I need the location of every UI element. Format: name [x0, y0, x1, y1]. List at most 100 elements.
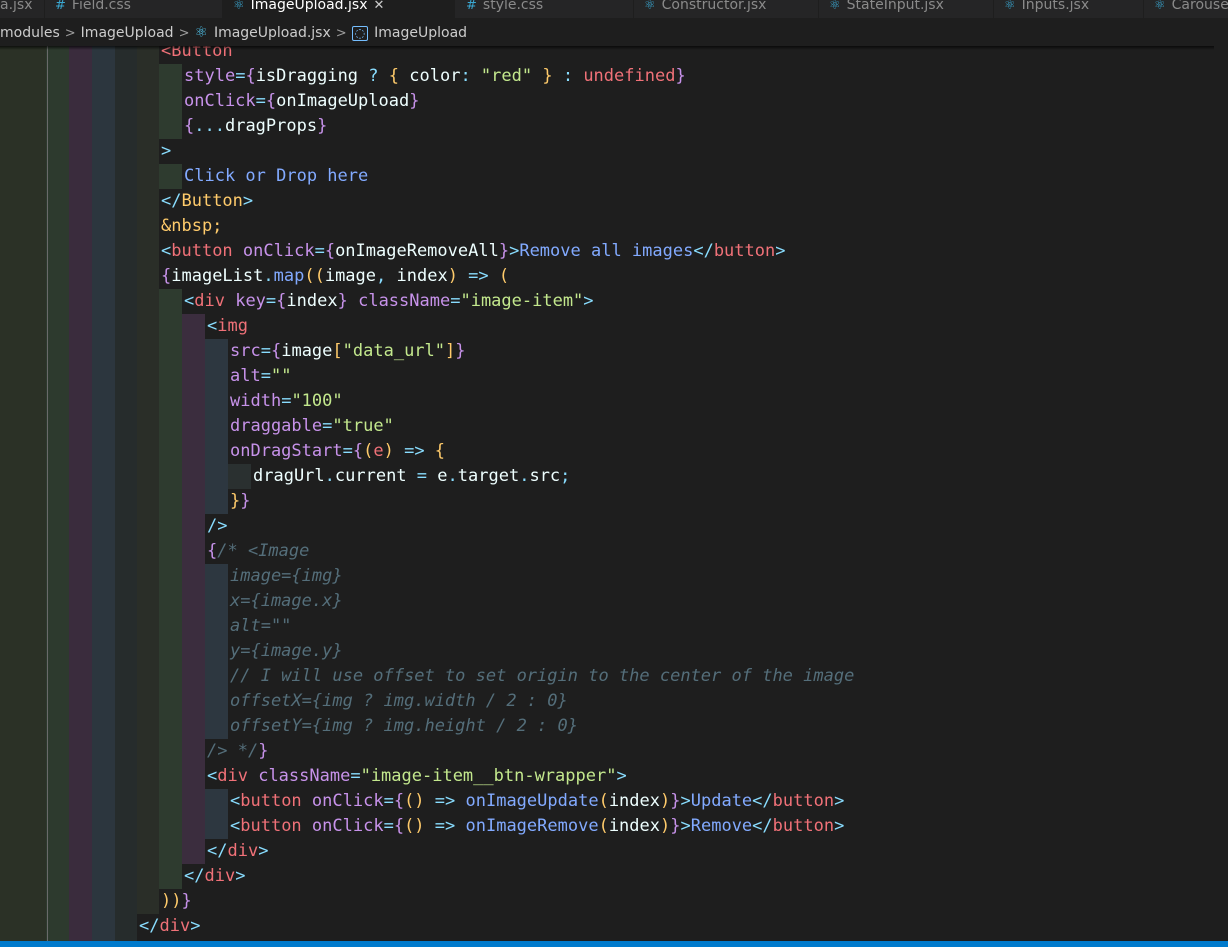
code-text: {/* <Image: [207, 539, 309, 564]
indent-guide: [137, 739, 159, 764]
code-token: }: [317, 116, 328, 136]
indent-guide: [159, 839, 182, 864]
code-line: // I will use offset to set origin to th…: [0, 664, 1214, 689]
tab-field-css[interactable]: # Field.css: [45, 0, 223, 18]
code-token: </: [752, 816, 773, 836]
code-token: ;: [560, 466, 571, 486]
code-token: div: [204, 866, 236, 886]
indent-guide: [205, 439, 228, 464]
code-token: {: [388, 66, 410, 86]
code-line: </div>: [0, 839, 1214, 864]
indent-guide: [182, 489, 205, 514]
indent-guide: [159, 564, 182, 589]
code-token: undefined: [583, 66, 676, 86]
code-token: .: [447, 466, 458, 486]
breadcrumb: modules > ImageUpload > ⚛ ImageUpload.jsx > ◌ Im…: [0, 18, 1228, 46]
code-token: key: [224, 291, 266, 311]
code-line: image={img}: [0, 564, 1214, 589]
code-token: current: [334, 466, 417, 486]
tab-imageupload-jsx[interactable]: ⚛ ImageUpload.jsx ✕: [223, 0, 456, 18]
indent-guide: [182, 739, 205, 764]
code-token: =: [281, 391, 292, 411]
tab-stateinput-jsx[interactable]: ⚛ StateInput.jsx: [819, 0, 994, 18]
indent-guide: [137, 339, 159, 364]
indent-guide: [137, 139, 159, 164]
code-token: <: [207, 316, 218, 336]
code-editor[interactable]: <Button style={isDragging ? { color: "red…: [0, 46, 1228, 941]
code-token: }: [181, 891, 192, 911]
react-icon: ⚛: [1154, 0, 1166, 13]
code-token: =>: [424, 816, 466, 836]
tab-label: Constructor.jsx: [661, 0, 767, 13]
code-token: image: [281, 341, 333, 361]
tab-inputs-jsx[interactable]: ⚛ Inputs.jsx: [994, 0, 1144, 18]
code-token: "red": [480, 66, 533, 86]
indent-guide: [137, 189, 159, 214]
code-token: ,: [376, 266, 397, 286]
indent-guide: [182, 814, 205, 839]
code-token: >: [509, 241, 520, 261]
tab-carousel-jsx[interactable]: ⚛ Carousel.jsx: [1144, 0, 1228, 18]
code-token: >: [242, 191, 254, 211]
code-token: ...: [194, 116, 225, 136]
react-icon: ⚛: [829, 0, 841, 13]
indent-guide: [159, 689, 182, 714]
indent-guide: [159, 639, 182, 664]
code-token: // I will use offset to set origin to th…: [230, 666, 855, 686]
code-line: Click or Drop here: [0, 164, 1214, 189]
breadcrumb-item-symbol[interactable]: ImageUpload: [374, 19, 467, 47]
indent-guide: [159, 339, 182, 364]
indent-guide: [205, 714, 228, 739]
code-text: draggable="true": [230, 414, 394, 439]
close-icon[interactable]: ✕: [373, 0, 384, 13]
scroll-shadow: [0, 46, 1228, 50]
indent-guide: [159, 314, 182, 339]
indent-guide: [205, 464, 228, 489]
react-icon: ⚛: [644, 0, 656, 13]
breadcrumb-item-file[interactable]: ImageUpload.jsx: [214, 19, 331, 47]
code-text: <div key={index} className="image-item">: [184, 289, 594, 314]
code-token: =: [383, 816, 394, 836]
tab-a-jsx[interactable]: a.jsx: [0, 0, 45, 18]
indent-guide: [137, 514, 159, 539]
indent-guide: [159, 714, 182, 739]
code-text: onClick={onImageUpload}: [184, 89, 419, 114]
code-token: img: [217, 316, 248, 336]
code-token: =: [260, 366, 271, 386]
breadcrumb-item-folder[interactable]: ImageUpload: [81, 19, 174, 47]
code-token: dragUrl: [253, 466, 325, 486]
indent-guide: [137, 589, 159, 614]
indent-guide: [205, 414, 228, 439]
vertical-scrollbar[interactable]: [1214, 46, 1228, 941]
indent-guide: [159, 789, 182, 814]
indent-guide: [159, 739, 182, 764]
code-text: x={image.x}: [230, 589, 343, 614]
code-token: imageList: [171, 266, 264, 286]
code-text: image={img}: [230, 564, 343, 589]
code-token: &nbsp;: [161, 216, 223, 236]
indent-guide: [137, 539, 159, 564]
tab-style-css[interactable]: # style.css: [456, 0, 634, 18]
indent-guide: [159, 539, 182, 564]
tab-constructor-jsx[interactable]: ⚛ Constructor.jsx: [634, 0, 819, 18]
code-token: </: [161, 191, 182, 211]
indent-guide: [205, 589, 228, 614]
breadcrumb-item-modules[interactable]: modules: [0, 19, 60, 47]
code-text: {imageList.map((image, index) => (: [161, 264, 509, 289]
code-token: button: [713, 241, 776, 261]
code-line: />: [0, 514, 1214, 539]
code-token: }: [455, 341, 466, 361]
code-token: "image-item": [460, 291, 584, 311]
status-bar: [0, 941, 1228, 947]
code-token: {: [324, 241, 336, 261]
code-line: <button onClick={onImageRemoveAll}>Remov…: [0, 239, 1214, 264]
code-line: </div>: [0, 914, 1214, 939]
code-line: offsetY={img ? img.height / 2 : 0}: [0, 714, 1214, 739]
code-line: x={image.x}: [0, 589, 1214, 614]
indent-guide: [159, 664, 182, 689]
code-line: {/* <Image: [0, 539, 1214, 564]
indent-guide: [205, 814, 228, 839]
indent-guide: [182, 664, 205, 689]
code-token: </: [139, 916, 160, 936]
code-line: </div>: [0, 864, 1214, 889]
